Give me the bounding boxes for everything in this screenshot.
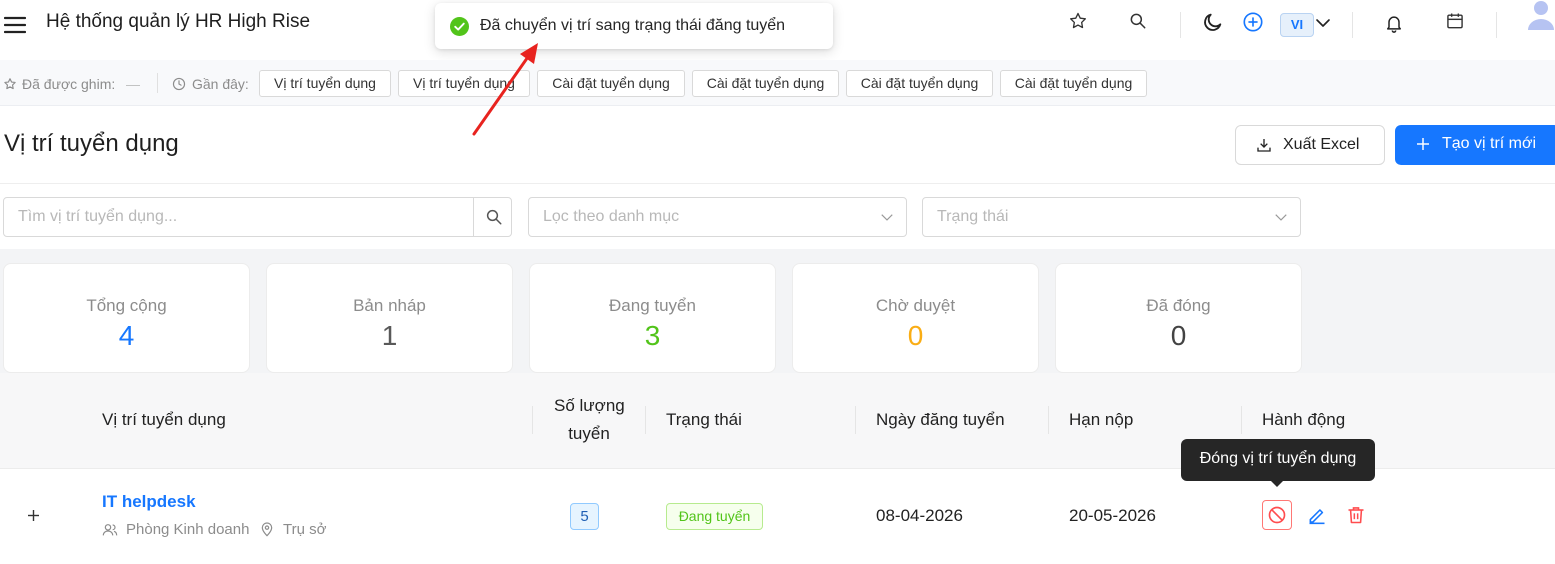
calendar-icon[interactable] <box>1445 11 1467 33</box>
column-separator <box>645 406 646 434</box>
recent-chip[interactable]: Cài đặt tuyển dụng <box>537 70 685 97</box>
recent-chip[interactable]: Cài đặt tuyển dụng <box>692 70 839 97</box>
search-icon <box>485 208 503 226</box>
download-icon <box>1256 137 1272 153</box>
pinbar-divider <box>157 73 158 93</box>
status-badge: Đang tuyển <box>666 503 763 530</box>
bell-icon[interactable] <box>1384 13 1406 35</box>
chevron-down-icon <box>880 210 894 224</box>
recent-chip[interactable]: Cài đặt tuyển dụng <box>1000 70 1147 97</box>
menu-icon[interactable] <box>4 13 26 35</box>
stat-value: 0 <box>907 320 924 351</box>
user-avatar[interactable] <box>1526 0 1555 30</box>
status-filter-select[interactable]: Trạng thái <box>922 197 1301 237</box>
stat-card-draft: Bản nháp 1 <box>266 263 513 373</box>
stat-label: Tổng cộng <box>86 296 167 315</box>
column-separator <box>855 406 856 434</box>
export-excel-button[interactable]: Xuất Excel <box>1235 125 1385 165</box>
stat-value: 1 <box>381 320 398 351</box>
location-label: Trụ sở <box>283 521 327 538</box>
create-position-label: Tạo vị trí mới <box>1442 135 1537 152</box>
posted-date-cell: 08-04-2026 <box>876 506 963 525</box>
stat-label: Chờ duyệt <box>875 296 956 315</box>
search-input[interactable] <box>4 198 473 236</box>
deadline-cell: 20-05-2026 <box>1069 506 1156 525</box>
column-header-quantity-line2: tuyển <box>568 424 610 443</box>
stat-label: Bản nháp <box>353 296 426 315</box>
section-divider <box>0 183 1555 184</box>
location-pin-icon <box>259 521 275 537</box>
quantity-badge: 5 <box>570 503 599 530</box>
stat-value: 4 <box>118 320 135 351</box>
column-separator <box>1048 406 1049 434</box>
export-excel-label: Xuất Excel <box>1283 136 1360 153</box>
close-position-button[interactable] <box>1262 500 1292 530</box>
pinned-label: Đã được ghim: <box>22 76 116 92</box>
column-header-quantity-line1: Số lượng <box>554 396 625 415</box>
stat-label: Đang tuyển <box>609 296 696 315</box>
chevron-down-icon <box>1274 210 1288 224</box>
header-divider <box>1180 12 1181 38</box>
language-selector[interactable]: VI <box>1280 13 1314 37</box>
chevron-down-icon[interactable] <box>1314 14 1336 36</box>
create-position-button[interactable]: Tạo vị trí mới <box>1395 125 1555 165</box>
pinned-value: — <box>126 76 140 92</box>
users-icon <box>102 522 118 538</box>
search-icon[interactable] <box>1128 11 1150 33</box>
column-header-quantity[interactable]: Số lượng tuyển <box>554 396 625 444</box>
category-filter-select[interactable]: Lọc theo danh mục <box>528 197 907 237</box>
recent-chip[interactable]: Vị trí tuyển dụng <box>259 70 391 97</box>
department-label: Phòng Kinh doanh <box>126 521 250 538</box>
category-filter-placeholder: Lọc theo danh mục <box>543 208 680 225</box>
expand-row-icon[interactable] <box>26 508 41 523</box>
column-header-position[interactable]: Vị trí tuyển dụng <box>102 410 226 430</box>
stat-card-recruiting: Đang tuyển 3 <box>529 263 776 373</box>
stat-card-closed: Đã đóng 0 <box>1055 263 1302 373</box>
status-filter-placeholder: Trạng thái <box>937 208 1009 225</box>
column-separator <box>1241 406 1242 434</box>
annotation-arrow <box>460 40 550 140</box>
search-box <box>3 197 512 237</box>
edit-icon[interactable] <box>1307 505 1327 525</box>
stop-icon <box>1267 505 1287 525</box>
check-circle-icon <box>450 17 469 36</box>
recent-label: Gần đây: <box>192 76 249 92</box>
app-title: Hệ thống quản lý HR High Rise <box>46 11 311 32</box>
star-icon[interactable] <box>1068 11 1090 33</box>
stat-card-pending: Chờ duyệt 0 <box>792 263 1039 373</box>
column-header-actions: Hành động <box>1262 410 1346 429</box>
column-header-deadline[interactable]: Hạn nộp <box>1069 410 1133 430</box>
stat-value: 0 <box>1170 320 1187 351</box>
column-header-posted-date[interactable]: Ngày đăng tuyển <box>876 410 1005 430</box>
search-button[interactable] <box>473 198 512 236</box>
column-header-status[interactable]: Trạng thái <box>666 410 742 430</box>
add-circle-icon[interactable] <box>1242 11 1264 33</box>
stats-section: Tổng cộng 4 Bản nháp 1 Đang tuyển 3 Chờ … <box>0 249 1555 373</box>
recent-chip[interactable]: Cài đặt tuyển dụng <box>846 70 993 97</box>
header-divider <box>1496 12 1497 38</box>
action-tooltip: Đóng vị trí tuyển dụng <box>1181 439 1375 481</box>
column-separator <box>532 406 533 434</box>
stat-card-total: Tổng cộng 4 <box>3 263 250 373</box>
plus-icon <box>1415 136 1431 152</box>
tooltip-text: Đóng vị trí tuyển dụng <box>1199 450 1357 467</box>
star-icon <box>3 77 17 91</box>
stat-label: Đã đóng <box>1146 296 1211 315</box>
toast-message: Đã chuyển vị trí sang trạng thái đăng tu… <box>480 17 786 34</box>
stat-value: 3 <box>644 320 661 351</box>
moon-icon[interactable] <box>1202 11 1224 33</box>
clock-icon <box>172 77 186 91</box>
position-name-link[interactable]: IT helpdesk <box>102 492 196 512</box>
delete-icon[interactable] <box>1346 505 1366 525</box>
page-title: Vị trí tuyển dụng <box>4 130 179 157</box>
header-divider <box>1352 12 1353 38</box>
pinned-recent-bar: Đã được ghim: — Gần đây: Vị trí tuyển dụ… <box>0 60 1555 106</box>
tooltip-arrow <box>1270 480 1284 487</box>
